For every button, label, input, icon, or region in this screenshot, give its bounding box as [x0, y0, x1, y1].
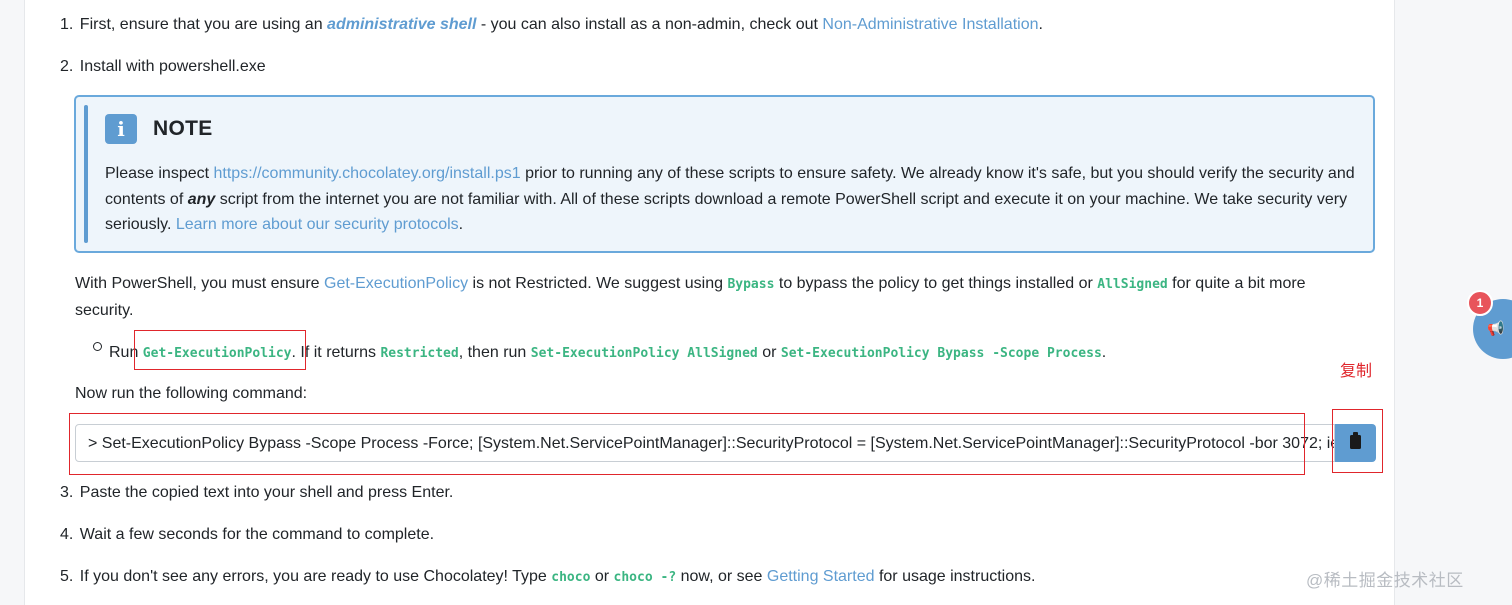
- code-set-allsigned: Set-ExecutionPolicy AllSigned: [530, 346, 758, 361]
- note-text: Please inspect https://community.chocola…: [105, 161, 1355, 238]
- policy-text-c: to bypass the policy to get things insta…: [774, 275, 1098, 292]
- step-2: 2. Install with powershell.exe: [60, 57, 266, 77]
- step-1-text-c: .: [1038, 16, 1043, 33]
- note-text-a: Please inspect: [105, 165, 214, 182]
- step-5-text-c: now, or see: [676, 568, 767, 585]
- step-4-text: Wait a few seconds for the command to co…: [79, 526, 435, 543]
- administrative-shell-link[interactable]: administrative shell: [327, 16, 476, 33]
- clipboard-icon: [1350, 432, 1361, 449]
- info-icon: i: [105, 114, 137, 144]
- code-allsigned: AllSigned: [1097, 277, 1168, 292]
- step-5: 5. If you don't see any errors, you are …: [60, 567, 1035, 588]
- notification-badge: 1: [1467, 290, 1493, 316]
- bullet-text-b: . If it returns: [291, 344, 381, 361]
- step-number: 1.: [60, 16, 74, 33]
- step-5-text-b: or: [590, 568, 614, 585]
- install-script-link[interactable]: https://community.chocolatey.org/install…: [214, 165, 521, 182]
- bullet-item: Run Get-ExecutionPolicy. If it returns R…: [109, 340, 1106, 367]
- code-choco-help: choco -?: [613, 570, 677, 585]
- bullet-text-e: .: [1101, 344, 1107, 361]
- bullet-marker: [93, 342, 102, 351]
- step-1-text-a: First, ensure that you are using an: [79, 16, 328, 33]
- policy-paragraph: With PowerShell, you must ensure Get-Exe…: [75, 271, 1365, 323]
- copy-button[interactable]: [1335, 424, 1376, 462]
- command-input[interactable]: > Set-ExecutionPolicy Bypass -Scope Proc…: [75, 424, 1335, 462]
- getting-started-link[interactable]: Getting Started: [767, 568, 875, 585]
- note-emphasis: any: [187, 190, 216, 208]
- command-intro: Now run the following command:: [75, 385, 308, 402]
- step-3: 3. Paste the copied text into your shell…: [60, 483, 453, 503]
- policy-text-a: With PowerShell, you must ensure: [75, 275, 324, 292]
- page: 1. First, ensure that you are using an a…: [0, 0, 1512, 605]
- step-2-text: Install with powershell.exe: [79, 58, 266, 75]
- note-callout: i NOTE Please inspect https://community.…: [74, 95, 1375, 253]
- step-3-text: Paste the copied text into your shell an…: [79, 484, 454, 501]
- watermark: @稀土掘金技术社区: [1306, 571, 1464, 590]
- step-4: 4. Wait a few seconds for the command to…: [60, 525, 434, 545]
- code-set-bypass: Set-ExecutionPolicy Bypass -Scope Proces…: [780, 346, 1102, 361]
- code-get-execution-policy: Get-ExecutionPolicy: [142, 346, 292, 361]
- note-text-d: .: [458, 216, 464, 233]
- bullet-text-a: Run: [109, 344, 143, 361]
- non-admin-install-link[interactable]: Non-Administrative Installation: [822, 16, 1038, 33]
- annotation-copy-label: 复制: [1340, 363, 1373, 380]
- note-title: NOTE: [153, 117, 213, 140]
- megaphone-icon: 📢: [1487, 320, 1505, 336]
- step-5-text-a: If you don't see any errors, you are rea…: [79, 568, 552, 585]
- code-bypass: Bypass: [727, 277, 775, 292]
- command-text[interactable]: > Set-ExecutionPolicy Bypass -Scope Proc…: [88, 434, 1334, 454]
- code-choco: choco: [551, 570, 591, 585]
- security-protocols-link[interactable]: Learn more about our security protocols: [176, 216, 459, 233]
- step-number: 4.: [60, 526, 74, 543]
- step-5-text-d: for usage instructions.: [874, 568, 1036, 585]
- step-1-text-b: - you can also install as a non-admin, c…: [476, 16, 823, 33]
- step-number: 3.: [60, 484, 74, 501]
- bullet-text-d: or: [757, 344, 781, 361]
- step-number: 5.: [60, 568, 74, 585]
- policy-text-b: is not Restricted. We suggest using: [468, 275, 728, 292]
- get-execution-policy-link[interactable]: Get-ExecutionPolicy: [324, 275, 468, 292]
- step-number: 2.: [60, 58, 74, 75]
- step-1: 1. First, ensure that you are using an a…: [60, 15, 1043, 35]
- bullet-text-c: , then run: [458, 344, 531, 361]
- code-restricted: Restricted: [380, 346, 459, 361]
